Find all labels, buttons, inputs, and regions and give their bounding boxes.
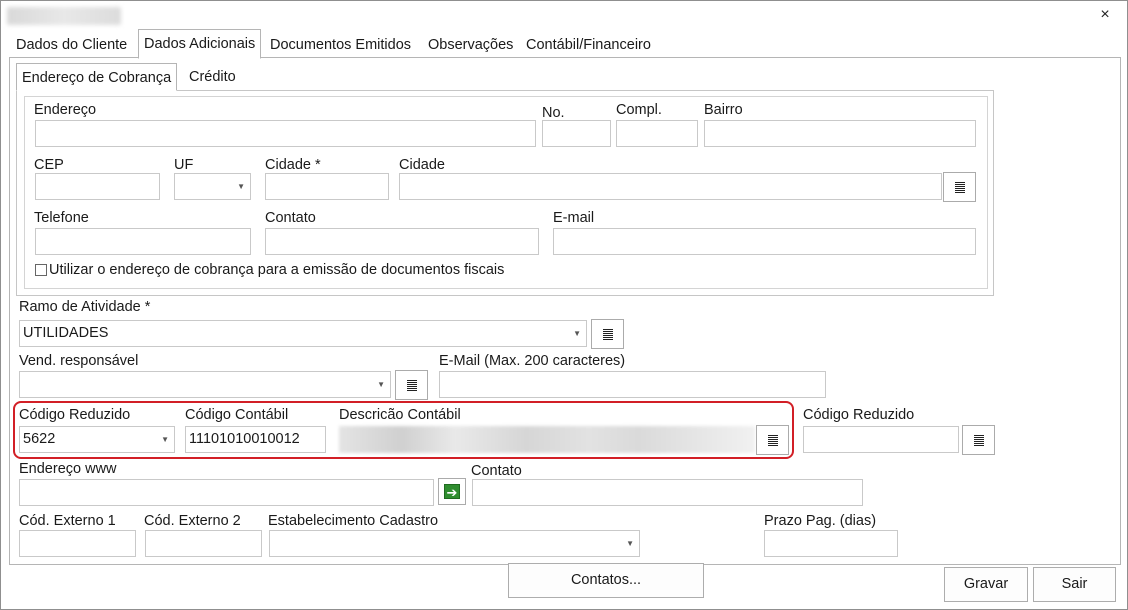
cod-ext1-field[interactable] (19, 530, 136, 557)
cod-reduzido2-label: Código Reduzido (803, 407, 915, 423)
estab-select[interactable]: ▼ (269, 530, 640, 557)
chevron-down-icon: ▼ (573, 329, 581, 338)
tab-dados-adicionais[interactable]: Dados Adicionais (138, 29, 262, 59)
open-website-button[interactable]: ➔ (438, 478, 466, 505)
cod-contabil-field[interactable]: 11101010010012 (185, 426, 326, 453)
cod-reduzido2-field[interactable] (803, 426, 959, 453)
cod-contabil-label: Código Contábil (185, 407, 289, 423)
cod-reduzido-select[interactable]: 5622 ▼ (19, 426, 175, 453)
list-icon (603, 329, 613, 340)
numero-label: No. (542, 105, 565, 121)
vend-lookup-button[interactable] (395, 370, 428, 400)
tab-dados-do-cliente[interactable]: Dados do Cliente (11, 31, 132, 59)
compl-label: Compl. (616, 102, 662, 118)
tab-observacoes[interactable]: Observações (423, 31, 518, 59)
vend-label: Vend. responsável (19, 353, 139, 369)
dialog-window: × Dados do Cliente Dados Adicionais Docu… (0, 0, 1128, 610)
cidade-lookup-button[interactable] (943, 172, 976, 202)
compl-field[interactable] (616, 120, 698, 147)
vend-select[interactable]: ▼ (19, 371, 391, 398)
endereco-field[interactable] (35, 120, 536, 147)
desc-contabil-field-redacted (339, 426, 755, 453)
cep-label: CEP (34, 157, 64, 173)
sair-button[interactable]: Sair (1033, 567, 1116, 602)
ramo-label: Ramo de Atividade * (19, 299, 151, 315)
cod-ext1-label: Cód. Externo 1 (19, 513, 116, 529)
subtab-credito[interactable]: Crédito (184, 63, 241, 91)
cidade-label: Cidade (399, 157, 445, 173)
list-icon (974, 435, 984, 446)
endereco-label: Endereço (34, 102, 97, 118)
contato-field[interactable] (265, 228, 539, 255)
gravar-button[interactable]: Gravar (944, 567, 1028, 602)
subtab-endereco-cobranca[interactable]: Endereço de Cobrança (16, 63, 178, 91)
endereco-www-label: Endereço www (19, 461, 117, 477)
cidade-req-field[interactable] (265, 173, 389, 200)
email200-label: E-Mail (Max. 200 caracteres) (439, 353, 626, 369)
chevron-down-icon: ▼ (237, 182, 245, 191)
ramo-select[interactable]: UTILIDADES ▼ (19, 320, 587, 347)
uf-select[interactable]: ▼ (174, 173, 251, 200)
contato2-label: Contato (471, 463, 522, 479)
bairro-label: Bairro (704, 102, 743, 118)
tab-contabil-financeiro[interactable]: Contábil/Financeiro (521, 31, 656, 59)
cod-reduzido-value: 5622 (23, 431, 56, 447)
numero-field[interactable] (542, 120, 611, 147)
chevron-down-icon: ▼ (626, 539, 634, 548)
cidade-req-label: Cidade * (265, 157, 321, 173)
chevron-down-icon: ▼ (161, 435, 169, 444)
use-billing-checkbox[interactable] (35, 264, 47, 276)
cidade-field[interactable] (399, 173, 942, 200)
window-title-redacted (7, 7, 121, 25)
desc-contabil-lookup-button[interactable] (756, 425, 789, 455)
uf-label: UF (174, 157, 194, 173)
estab-label: Estabelecimento Cadastro (268, 513, 439, 529)
endereco-www-field[interactable] (19, 479, 434, 506)
bairro-field[interactable] (704, 120, 976, 147)
tab-documentos-emitidos[interactable]: Documentos Emitidos (265, 31, 416, 59)
telefone-field[interactable] (35, 228, 251, 255)
green-arrow-icon: ➔ (444, 484, 460, 500)
prazo-label: Prazo Pag. (dias) (764, 513, 877, 529)
cod-reduzido-label: Código Reduzido (19, 407, 131, 423)
contato-label: Contato (265, 210, 316, 226)
ramo-lookup-button[interactable] (591, 319, 624, 349)
list-icon (407, 380, 417, 391)
contatos-button[interactable]: Contatos... (508, 563, 704, 598)
email-label: E-mail (553, 210, 595, 226)
email-field[interactable] (553, 228, 976, 255)
cod-ext2-field[interactable] (145, 530, 262, 557)
cod-ext2-label: Cód. Externo 2 (144, 513, 241, 529)
contato2-field[interactable] (472, 479, 863, 506)
use-billing-label: Utilizar o endereço de cobrança para a e… (49, 262, 505, 278)
email200-field[interactable] (439, 371, 826, 398)
ramo-value: UTILIDADES (23, 325, 109, 341)
close-icon[interactable]: × (1097, 5, 1113, 25)
prazo-field[interactable] (764, 530, 898, 557)
cep-field[interactable] (35, 173, 160, 200)
list-icon (955, 182, 965, 193)
telefone-label: Telefone (34, 210, 89, 226)
cod-reduzido2-lookup-button[interactable] (962, 425, 995, 455)
list-icon (768, 435, 778, 446)
chevron-down-icon: ▼ (377, 380, 385, 389)
desc-contabil-label: Descricão Contábil (339, 407, 461, 423)
